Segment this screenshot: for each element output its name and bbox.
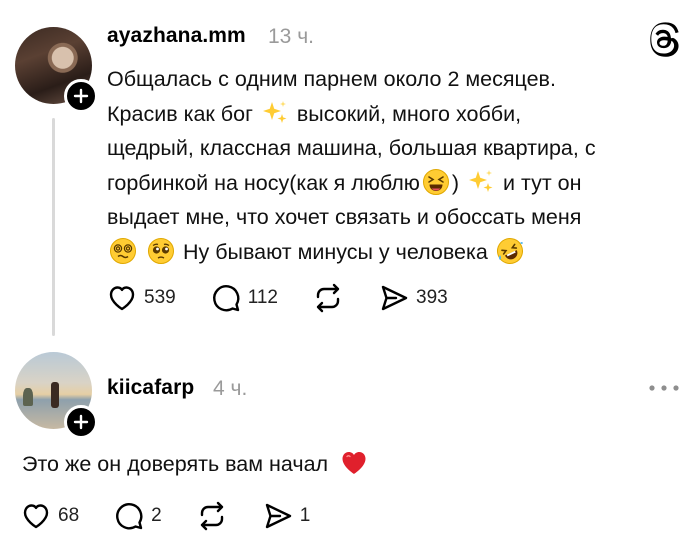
post-text: ) (451, 170, 466, 195)
post-text: Общалась с одним парнем около 2 месяцев. (107, 67, 556, 91)
like-count: 539 (144, 287, 176, 308)
reply-actions: 68 2 1 (20, 500, 344, 532)
repost-button[interactable] (312, 282, 344, 314)
comment-bubble-icon (212, 285, 240, 312)
sparkles-emoji-icon (262, 100, 287, 123)
post-text: высокий, много хобби, (290, 101, 522, 126)
reply-body: Это же он доверять вам начал (22, 449, 370, 479)
post-line-3: щедрый, классная машина, большая квартир… (107, 131, 687, 166)
comment-count: 112 (247, 287, 278, 308)
repost-icon (316, 283, 340, 313)
reply-time: 4 ч. (213, 377, 248, 400)
heart-icon (109, 286, 135, 311)
dizzy-face-emoji-icon (110, 237, 136, 264)
post-line-2: Красив как бог высокий, много хобби, (107, 97, 687, 132)
post-text: и тут он (497, 170, 582, 195)
comment-button[interactable]: 112 (210, 282, 278, 314)
post-time: 13 ч. (268, 25, 314, 48)
rolling-laughing-emoji-icon (496, 237, 523, 264)
post-line-1: Общалась с одним парнем около 2 месяцев. (107, 62, 687, 97)
post-text: щедрый, классная машина, большая квартир… (107, 136, 596, 160)
avatar-figure (51, 382, 59, 408)
thread-line (52, 118, 55, 336)
comment-count: 2 (151, 505, 162, 526)
post-line-4: горбинкой на носу(как я люблю) и тут он (107, 166, 687, 201)
share-button[interactable]: 393 (378, 282, 448, 314)
like-button[interactable]: 539 (106, 282, 176, 314)
post-line-6: Ну бывают минусы у человека (107, 235, 687, 270)
send-icon (265, 503, 291, 529)
post-username[interactable]: ayazhana.mm (107, 24, 246, 48)
sparkles-emoji-icon (469, 169, 493, 192)
post-actions: 539 112 393 (106, 282, 482, 314)
share-count: 1 (299, 505, 311, 526)
repost-icon (200, 501, 223, 531)
post-line-5: выдает мне, что хочет связать и обоссать… (107, 200, 687, 235)
post-text: Ну бывают минусы у человека (176, 239, 494, 264)
follow-plus-icon[interactable] (64, 79, 98, 113)
more-dots-icon[interactable] (646, 378, 682, 398)
threads-logo-icon[interactable] (646, 22, 682, 58)
like-button[interactable]: 68 (20, 500, 79, 532)
reply-username[interactable]: kiicafarp (107, 376, 194, 400)
laughing-squint-emoji-icon (422, 168, 449, 195)
post-text: Красив как бог (107, 101, 259, 126)
post-body: Общалась с одним парнем около 2 месяцев.… (107, 62, 687, 269)
pleading-face-emoji-icon (147, 237, 174, 264)
red-heart-emoji-icon (342, 452, 366, 474)
avatar-tree (23, 388, 33, 406)
comment-button[interactable]: 2 (113, 500, 162, 532)
repost-button[interactable] (196, 500, 228, 532)
post-text: горбинкой на носу(как я люблю (107, 170, 420, 195)
share-count: 393 (416, 287, 448, 308)
share-button[interactable]: 1 (262, 500, 311, 532)
post-text: выдает мне, что хочет связать и обоссать… (107, 205, 582, 229)
reply-text: Это же он доверять вам начал (22, 452, 329, 476)
heart-icon (23, 504, 49, 529)
post-text (139, 240, 145, 264)
like-count: 68 (58, 505, 80, 526)
follow-plus-icon[interactable] (64, 405, 98, 439)
comment-bubble-icon (116, 503, 143, 530)
send-icon (381, 285, 408, 311)
